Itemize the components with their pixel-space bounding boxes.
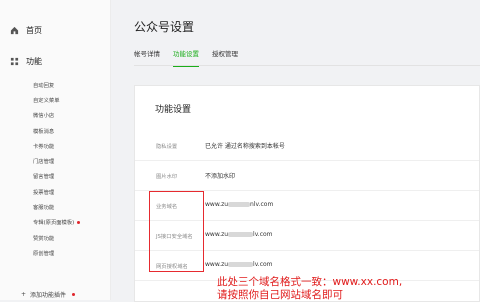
sidebar-item[interactable]: 微信小店 bbox=[33, 108, 80, 123]
watermark-value: 不添加水印 bbox=[205, 173, 236, 180]
js-domain-value: www.zu lv.com bbox=[205, 231, 273, 238]
plus-icon: + bbox=[21, 291, 27, 298]
row-divider bbox=[135, 160, 479, 161]
oauth-domain-suffix: lv.com bbox=[253, 261, 273, 268]
redaction-mask bbox=[228, 232, 254, 237]
tab-divider bbox=[134, 65, 480, 66]
js-domain-prefix: www.zu bbox=[205, 231, 229, 238]
sidebar-item-label: 卡券功能 bbox=[33, 143, 55, 150]
sidebar-item[interactable]: 原创管理 bbox=[33, 245, 80, 260]
sidebar-item-label: 自定义菜单 bbox=[33, 97, 60, 104]
sidebar-item-label: 模板消息 bbox=[33, 128, 55, 135]
sidebar-item-label: 微信小店 bbox=[33, 113, 55, 120]
new-badge-dot bbox=[72, 293, 76, 296]
sidebar-item-label: 投票管理 bbox=[33, 189, 55, 196]
business-domain-value: www.zu nlv.com bbox=[205, 201, 273, 208]
page-title: 公众号设置 bbox=[134, 20, 195, 34]
sidebar-home[interactable]: 首页 bbox=[10, 25, 42, 36]
annotation-highlight-box bbox=[149, 191, 204, 272]
sidebar-item[interactable]: 模板消息 bbox=[33, 123, 80, 138]
redaction-mask bbox=[228, 202, 251, 207]
sidebar-item[interactable]: 卡券功能 bbox=[33, 138, 80, 153]
privacy-setting-value: 已允许 通过名称搜索到本帐号 bbox=[205, 143, 285, 150]
sidebar-item[interactable]: 客服功能 bbox=[33, 199, 80, 214]
section-title: 功能设置 bbox=[155, 105, 192, 115]
sidebar-item-label: 留言管理 bbox=[33, 174, 55, 181]
sidebar-item-label: 门店管理 bbox=[33, 159, 55, 166]
oauth-domain-prefix: www.zu bbox=[205, 261, 229, 268]
sidebar-item-label: 自动回复 bbox=[33, 82, 55, 89]
annotation-text: 此处三个域名格式一致：www.xx.com, 请按照你自己网站域名即可 bbox=[217, 276, 402, 302]
sidebar: 首页 功能 自动回复自定义菜单微信小店模板消息卡券功能门店管理留言管理投票管理客… bbox=[0, 0, 111, 300]
watermark-label: 图片水印 bbox=[156, 174, 178, 180]
new-badge-dot bbox=[77, 220, 81, 224]
grid-icon bbox=[10, 57, 19, 66]
privacy-setting-label: 隐私设置 bbox=[156, 144, 178, 150]
sidebar-home-label: 首页 bbox=[26, 26, 42, 35]
sidebar-function-label: 功能 bbox=[26, 57, 42, 66]
sidebar-item[interactable]: 投票管理 bbox=[33, 184, 80, 199]
add-plugin-button[interactable]: + 添加功能插件 bbox=[21, 290, 76, 299]
sidebar-item-label: 专辑(原页面模板) bbox=[33, 220, 75, 227]
sidebar-item-label: 赞赏功能 bbox=[33, 235, 55, 242]
sidebar-item[interactable]: 自动回复 bbox=[33, 77, 80, 92]
sidebar-submenu: 自动回复自定义菜单微信小店模板消息卡券功能门店管理留言管理投票管理客服功能专辑(… bbox=[33, 77, 81, 261]
sidebar-item[interactable]: 专辑(原页面模板) bbox=[33, 215, 81, 230]
sidebar-item-label: 客服功能 bbox=[33, 205, 55, 212]
js-domain-suffix: lv.com bbox=[253, 231, 273, 238]
sidebar-item[interactable]: 门店管理 bbox=[33, 153, 80, 168]
annotation-line-2: 请按照你自己网站域名即可 bbox=[217, 289, 343, 301]
sidebar-item[interactable]: 自定义菜单 bbox=[33, 92, 80, 107]
business-domain-suffix: nlv.com bbox=[250, 201, 274, 208]
add-plugin-label: 添加功能插件 bbox=[30, 292, 67, 299]
annotation-line-1: 此处三个域名格式一致：www.xx.com, bbox=[217, 276, 403, 288]
oauth-domain-value: www.zu lv.com bbox=[205, 261, 273, 268]
sidebar-function-header[interactable]: 功能 bbox=[10, 56, 42, 67]
sidebar-item-label: 原创管理 bbox=[33, 250, 55, 257]
home-icon bbox=[10, 26, 19, 35]
sidebar-item[interactable]: 留言管理 bbox=[33, 169, 80, 184]
business-domain-prefix: www.zu bbox=[205, 201, 229, 208]
sidebar-item[interactable]: 赞赏功能 bbox=[33, 230, 80, 245]
redaction-mask bbox=[228, 262, 254, 267]
